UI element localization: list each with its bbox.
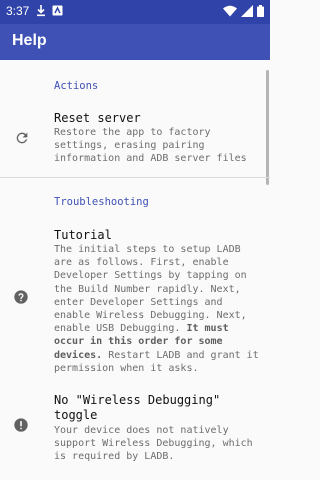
system-icons <box>223 5 264 17</box>
no-wireless-debugging-description: Your device does not natively support Wi… <box>54 425 253 463</box>
help-list[interactable]: Actions Reset server Restore the app to … <box>0 60 270 480</box>
scrollbar[interactable] <box>266 70 269 185</box>
status-bar: 3:37 <box>0 0 270 24</box>
battery-icon <box>257 5 264 17</box>
section-title-troubleshooting: Troubleshooting <box>54 196 149 208</box>
section-title-actions: Actions <box>54 80 99 92</box>
wifi-icon <box>223 5 237 17</box>
no-wireless-debugging-title: No "Wireless Debugging" toggle <box>54 393 220 423</box>
tutorial-text-part1: The initial steps to setup LADB are as f… <box>54 244 247 335</box>
help-circle-icon <box>14 290 28 304</box>
app-notification-icon <box>52 5 63 16</box>
status-time: 3:37 <box>6 4 30 18</box>
no-wireless-title-line1: No "Wireless Debugging" <box>54 393 221 407</box>
reset-server-description: Restore the app to factory settings, era… <box>54 127 247 165</box>
notification-icons <box>36 5 63 17</box>
tutorial-description: The initial steps to setup LADB are as f… <box>54 243 264 375</box>
signal-icon <box>241 5 253 17</box>
download-icon <box>37 5 45 17</box>
page-title: Help <box>12 32 47 49</box>
section-divider <box>0 177 270 178</box>
tutorial-title: Tutorial <box>54 228 112 242</box>
no-wireless-title-line2: toggle <box>54 408 98 422</box>
app-bar: Help <box>0 24 270 60</box>
alert-circle-icon <box>14 418 28 432</box>
refresh-icon <box>16 132 28 144</box>
reset-server-title: Reset server <box>54 111 141 125</box>
